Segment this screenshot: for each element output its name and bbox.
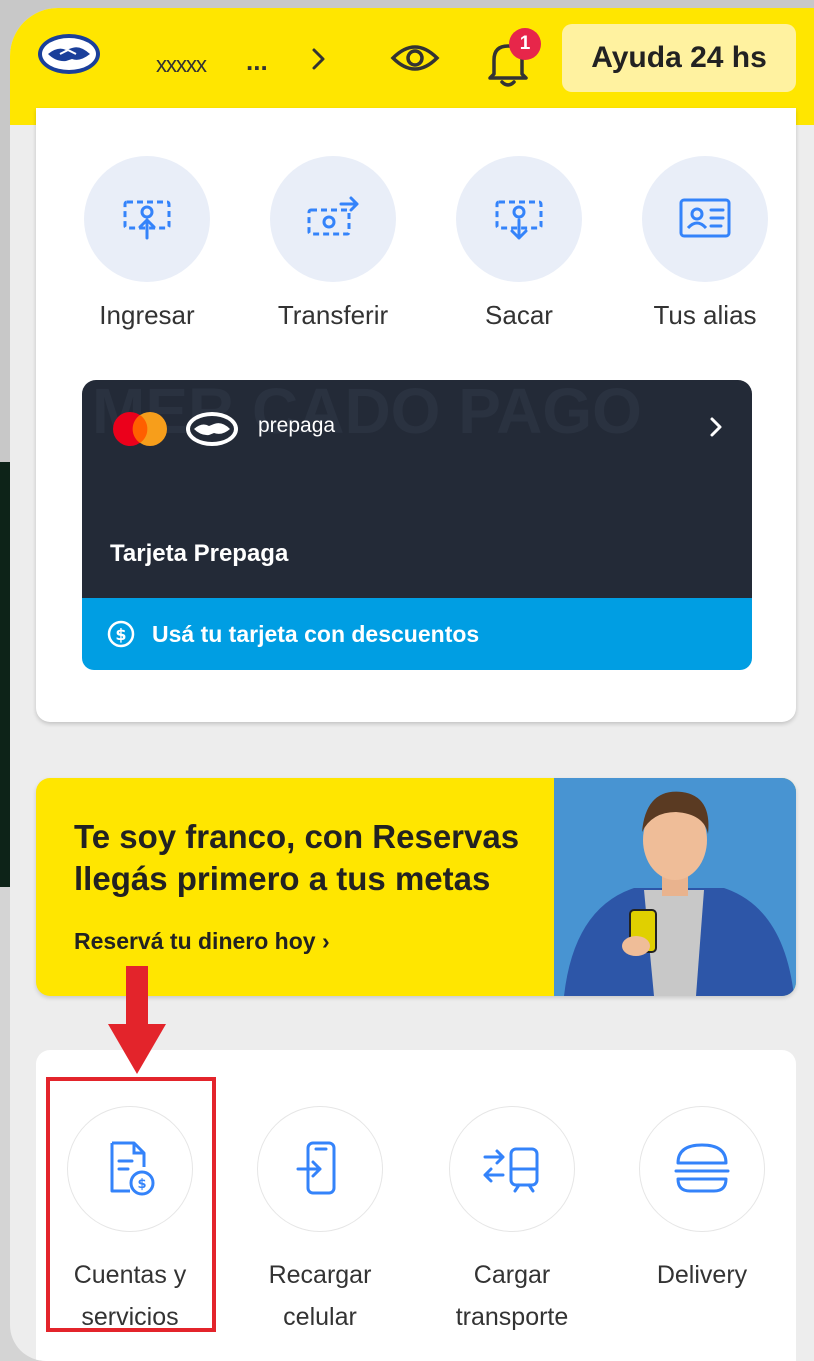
burger-icon <box>674 1143 730 1193</box>
banner-title: Te soy franco, con Reservas llegás prime… <box>74 818 520 897</box>
card-watermark: MER CADO PAGO <box>92 380 642 447</box>
mastercard-logo-icon <box>113 412 167 446</box>
promo-banner[interactable]: Te soy franco, con Reservas llegás prime… <box>36 778 796 996</box>
banner-link[interactable]: Reservá tu dinero hoy › <box>74 928 330 955</box>
notification-badge: 1 <box>509 28 541 60</box>
card-type-label: prepaga <box>258 414 336 437</box>
account-card: Ingresar Transferir Sacar Tus alias MER … <box>36 108 796 722</box>
card-title: Tarjeta Prepaga <box>110 540 289 567</box>
phone-recharge-icon <box>296 1141 336 1195</box>
action-ingresar[interactable]: Ingresar <box>62 156 232 331</box>
eye-icon[interactable] <box>390 38 440 78</box>
action-label: Transferir <box>277 300 389 330</box>
svg-text:$: $ <box>115 625 126 644</box>
action-label: Tus alias <box>653 300 757 330</box>
action-label: Ingresar <box>99 300 195 330</box>
promo-person-image <box>554 778 796 996</box>
arrow-down-icon <box>108 966 166 1074</box>
service-label: Recargar celular <box>268 1261 372 1331</box>
chevron-right-icon[interactable] <box>708 414 724 440</box>
money-transfer-icon <box>307 196 359 236</box>
action-transferir[interactable]: Transferir <box>248 156 418 331</box>
highlight-box <box>46 1077 216 1332</box>
action-sacar[interactable]: Sacar <box>434 156 604 331</box>
dollar-circle-icon: $ <box>107 620 135 648</box>
user-name-ellipsis[interactable]: ... <box>246 46 268 77</box>
service-cargar-transporte[interactable]: Cargar transporte <box>422 1106 602 1338</box>
mercadopago-logo-icon <box>186 412 238 446</box>
money-in-icon <box>123 200 171 240</box>
help-button[interactable]: Ayuda 24 hs <box>562 24 796 92</box>
card-promo-bar[interactable]: $ Usá tu tarjeta con descuentos <box>82 598 752 670</box>
money-out-icon <box>495 200 543 240</box>
card-promo-text: Usá tu tarjeta con descuentos <box>152 620 480 647</box>
action-label: Sacar <box>485 300 553 330</box>
service-delivery[interactable]: Delivery <box>612 1106 792 1296</box>
id-card-icon <box>679 198 731 238</box>
transport-icon <box>483 1147 539 1193</box>
mercadopago-logo-icon[interactable] <box>36 32 102 76</box>
chevron-right-icon[interactable] <box>308 44 330 74</box>
user-name[interactable]: xxxxx <box>156 52 207 78</box>
service-label: Delivery <box>656 1261 748 1289</box>
action-tus-alias[interactable]: Tus alias <box>620 156 790 331</box>
prepaid-card[interactable]: MER CADO PAGO prepaga Tarjeta Prepaga <box>82 380 752 598</box>
service-recargar-celular[interactable]: Recargar celular <box>230 1106 410 1338</box>
service-label: Cargar transporte <box>455 1261 569 1331</box>
